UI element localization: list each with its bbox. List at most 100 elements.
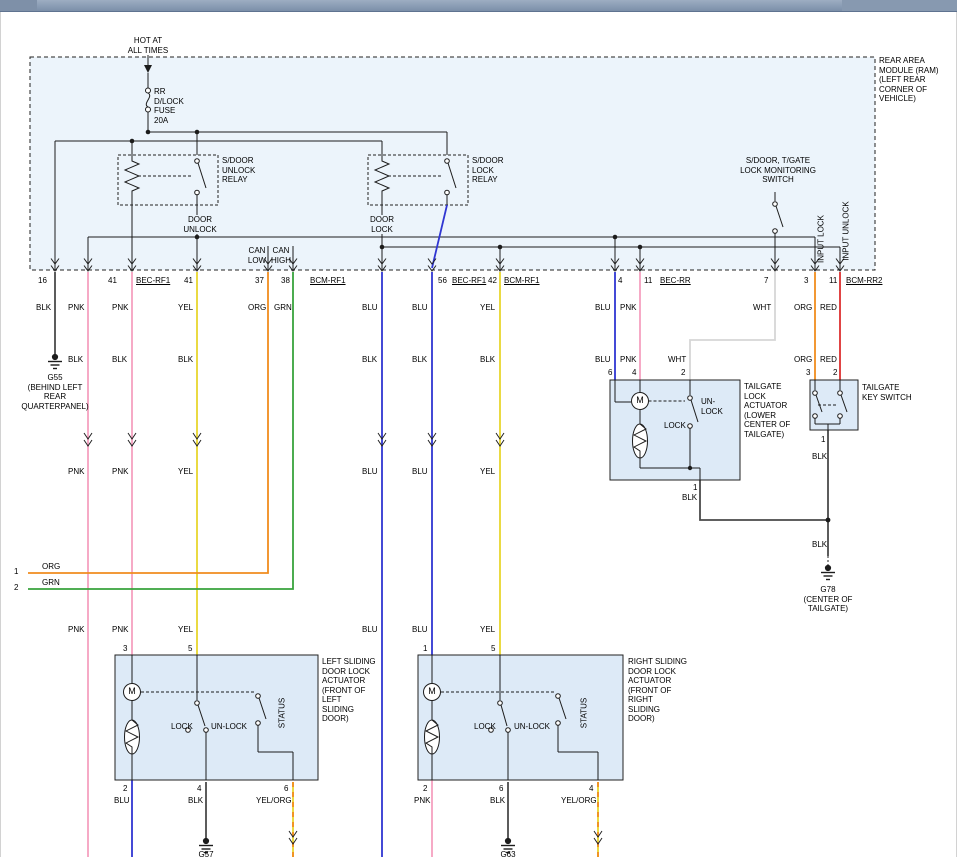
wire-color-label: BLK (682, 493, 697, 503)
wiring-diagram-page: HOT AT ALL TIMES REAR AREA MODULE (RAM) … (0, 0, 957, 857)
wire-color-label: PNK (68, 625, 84, 635)
wire-color-label: WHT (668, 355, 686, 365)
can-high-label: CAN HIGH (271, 246, 291, 265)
pin-number-label: 1 (821, 435, 825, 445)
wire-color-label: BLU (362, 625, 378, 635)
pin-number-label: 3 (123, 644, 127, 654)
wire-color-label: YEL (178, 303, 193, 313)
pin-number-label: 56 (438, 276, 447, 286)
fuse-terminal (146, 107, 151, 112)
wire-color-label: BLK (36, 303, 51, 313)
ground-g63 (506, 839, 511, 844)
pin-number-label: 5 (491, 644, 495, 654)
door-unlock-output-label: DOOR UNLOCK (182, 215, 217, 234)
wire-color-label: BLK (112, 355, 127, 365)
fuse-label: RR D/LOCK FUSE 20A (154, 87, 184, 125)
tailgate-actuator-title: TAILGATE LOCK ACTUATOR (LOWER CENTER OF … (744, 382, 790, 439)
pin-number-label: 4 (589, 784, 593, 794)
wire-color-label: BLK (188, 796, 203, 806)
wire-color-label: BLU (412, 467, 428, 477)
ground-label-g78: G78 (CENTER OF TAILGATE) (804, 585, 853, 614)
pin-number-label: 41 (108, 276, 117, 286)
key-switch-title: TAILGATE KEY SWITCH (862, 383, 912, 402)
wire-color-label: ORG (248, 303, 266, 313)
pin-number-label: 38 (281, 276, 290, 286)
inline-connectors-lower (289, 831, 602, 844)
pin-number-label: 3 (804, 276, 808, 286)
wire-color-label: GRN (42, 578, 60, 588)
wire-color-label: BLK (812, 540, 827, 550)
ground-label-g55: G55 (BEHIND LEFT REAR QUARTERPANEL) (21, 373, 88, 411)
pin-number-label: 2 (833, 368, 837, 378)
wire-color-label: PNK (68, 467, 84, 477)
pin-number-label: 2 (423, 784, 427, 794)
connector-name-label: BCM-RF1 (504, 276, 540, 286)
can-low-label: CAN LOW (248, 246, 266, 265)
pin-number-label: 1 (693, 483, 697, 493)
motor-letter: M (128, 687, 136, 697)
unlock-relay-label: S/DOOR UNLOCK RELAY (222, 156, 255, 185)
wire-color-label: ORG (42, 562, 60, 572)
unlock-position-label: UN-LOCK (514, 722, 550, 732)
wire-color-label: BLU (595, 303, 611, 313)
wire-color-label: YEL/ORG (561, 796, 597, 806)
wire-color-label: PNK (620, 355, 636, 365)
wire-color-label: BLK (178, 355, 193, 365)
right-actuator-title: RIGHT SLIDING DOOR LOCK ACTUATOR (FRONT … (628, 657, 687, 724)
unlock-position-label: UN-LOCK (211, 722, 247, 732)
pin-number-label: 3 (806, 368, 810, 378)
pin-number-label: 6 (499, 784, 503, 794)
wire-color-label: BLK (68, 355, 83, 365)
wire-color-label: YEL/ORG (256, 796, 292, 806)
wire-color-label: YEL (178, 467, 193, 477)
lock-position-label: LOCK (171, 722, 193, 732)
pin-number-label: 4 (197, 784, 201, 794)
motor-letter: M (636, 396, 644, 406)
ground-label-g63: G63 (500, 850, 515, 857)
ground-g55 (53, 355, 58, 360)
wire-color-label: YEL (480, 467, 495, 477)
pin-number-label: 5 (188, 644, 192, 654)
power-source-label: HOT AT ALL TIMES (128, 36, 168, 55)
pin-number-label: 6 (284, 784, 288, 794)
module-title: REAR AREA MODULE (RAM) (LEFT REAR CORNER… (879, 56, 939, 104)
connector-name-label: BEC-RR (660, 276, 691, 286)
wire-color-label: GRN (274, 303, 292, 313)
pin-number-label: 37 (255, 276, 264, 286)
monitoring-switch-label: S/DOOR, T/GATE LOCK MONITORING SWITCH (740, 156, 816, 185)
wire-color-label: YEL (178, 625, 193, 635)
wire-color-label: PNK (414, 796, 430, 806)
pin-number-label: 6 (608, 368, 612, 378)
wire-color-label: BLU (595, 355, 611, 365)
pin-number-label: 7 (764, 276, 768, 286)
pin-number-label: 4 (632, 368, 636, 378)
wire-color-label: BLK (812, 452, 827, 462)
connector-name-label: BCM-RF1 (310, 276, 346, 286)
status-label: STATUS (277, 698, 287, 728)
status-label: STATUS (579, 698, 589, 728)
wire-color-label: ORG (794, 303, 812, 313)
pin-number-label: 11 (644, 276, 652, 286)
ground-g57 (204, 839, 209, 844)
connector-name-label: BCM-RR2 (846, 276, 882, 286)
inline-connectors (84, 433, 504, 446)
ground-label-g57: G57 (198, 850, 213, 857)
connector-name-label: BEC-RF1 (452, 276, 486, 286)
wire-color-label: PNK (620, 303, 636, 313)
pin-number-label: 4 (618, 276, 622, 286)
wire-color-label: PNK (112, 467, 128, 477)
wire-color-label: PNK (112, 303, 128, 313)
wire-color-label: ORG (794, 355, 812, 365)
ground-g78 (826, 566, 831, 571)
wire-color-label: BLU (362, 303, 378, 313)
wire-color-label: PNK (112, 625, 128, 635)
connector-name-label: BEC-RF1 (136, 276, 170, 286)
input-lock-label: INPUT LOCK (816, 215, 826, 263)
wire-color-label: BLU (412, 625, 428, 635)
wire-color-label: BLK (490, 796, 505, 806)
input-unlock-label: INPUT UNLOCK (841, 201, 851, 260)
wire-color-label: PNK (68, 303, 84, 313)
wire-color-label: RED (820, 355, 837, 365)
wire-color-label: WHT (753, 303, 771, 313)
wire-color-label: RED (820, 303, 837, 313)
